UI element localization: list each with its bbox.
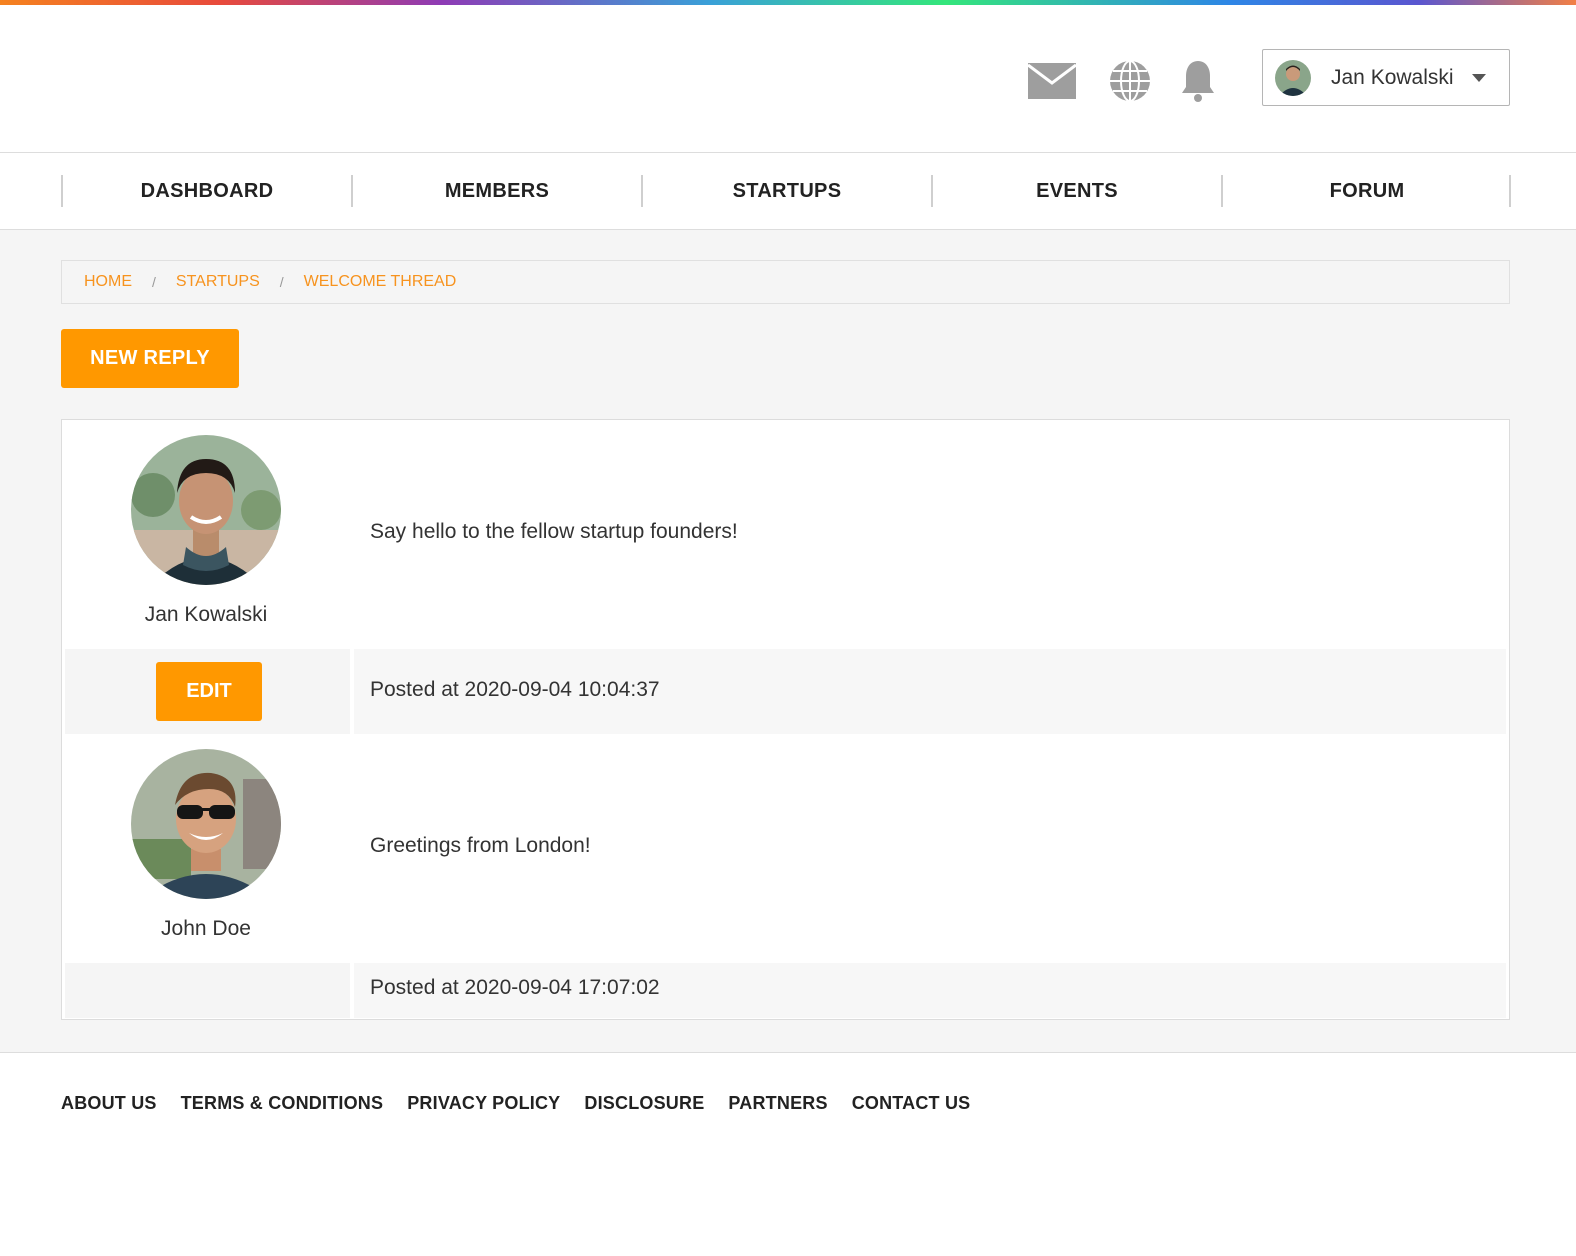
nav-item-events[interactable]: EVENTS [932,175,1222,207]
breadcrumb-home[interactable]: HOME [84,273,132,291]
nav-item-members[interactable]: MEMBERS [352,175,642,207]
nav-item-startups[interactable]: STARTUPS [642,175,932,207]
header: Jan Kowalski [0,5,1576,153]
breadcrumb-startups[interactable]: STARTUPS [176,273,260,291]
avatar [131,749,281,899]
author-name[interactable]: Jan Kowalski [62,603,350,627]
post-actions: EDIT [65,649,354,734]
bell-icon[interactable] [1172,57,1224,105]
mail-icon[interactable] [1026,57,1078,105]
footer-link-about-us[interactable]: ABOUT US [61,1093,157,1114]
footer-link-contact-us[interactable]: CONTACT US [852,1093,971,1114]
nav-divider [1509,175,1511,207]
breadcrumb: HOME / STARTUPS / WELCOME THREAD [61,260,1510,304]
breadcrumb-welcome-thread[interactable]: WELCOME THREAD [304,273,457,291]
chevron-down-icon [1471,73,1486,82]
avatar [131,435,281,585]
nav-item-dashboard[interactable]: DASHBOARD [62,175,352,207]
edit-button[interactable]: EDIT [156,662,262,721]
footer-links: ABOUT US TERMS & CONDITIONS PRIVACY POLI… [61,1093,970,1114]
post-footer: EDIT Posted at 2020-09-04 10:04:37 [65,649,1506,734]
main-nav: DASHBOARD MEMBERS STARTUPS EVENTS FORUM [0,153,1576,230]
globe-icon[interactable] [1104,57,1156,105]
footer-link-disclosure[interactable]: DISCLOSURE [584,1093,704,1114]
footer: ABOUT US TERMS & CONDITIONS PRIVACY POLI… [0,1053,1576,1256]
user-name: Jan Kowalski [1331,65,1454,89]
user-menu-button[interactable]: Jan Kowalski [1262,49,1510,106]
post-list: Jan Kowalski Say hello to the fellow sta… [61,419,1510,1020]
post-footer: Posted at 2020-09-04 17:07:02 [65,963,1506,1018]
post: Jan Kowalski Say hello to the fellow sta… [62,420,1509,649]
footer-link-privacy-policy[interactable]: PRIVACY POLICY [407,1093,560,1114]
post-author: John Doe [62,734,350,941]
breadcrumb-separator: / [279,274,284,290]
post-timestamp: Posted at 2020-09-04 10:04:37 [370,678,660,701]
footer-link-partners[interactable]: PARTNERS [728,1093,827,1114]
footer-link-terms[interactable]: TERMS & CONDITIONS [181,1093,384,1114]
post-timestamp: Posted at 2020-09-04 17:07:02 [370,976,660,999]
new-reply-button[interactable]: NEW REPLY [61,329,239,388]
nav-item-forum[interactable]: FORUM [1222,175,1512,207]
post-message: Say hello to the fellow startup founders… [370,520,738,543]
avatar [1275,59,1311,96]
post-message: Greetings from London! [370,834,591,857]
post: John Doe Greetings from London! [62,734,1509,963]
breadcrumb-separator: / [152,274,156,290]
main-content: HOME / STARTUPS / WELCOME THREAD NEW REP… [0,230,1576,1053]
post-author: Jan Kowalski [62,420,350,627]
author-name[interactable]: John Doe [62,917,350,941]
post-actions [65,963,354,1018]
